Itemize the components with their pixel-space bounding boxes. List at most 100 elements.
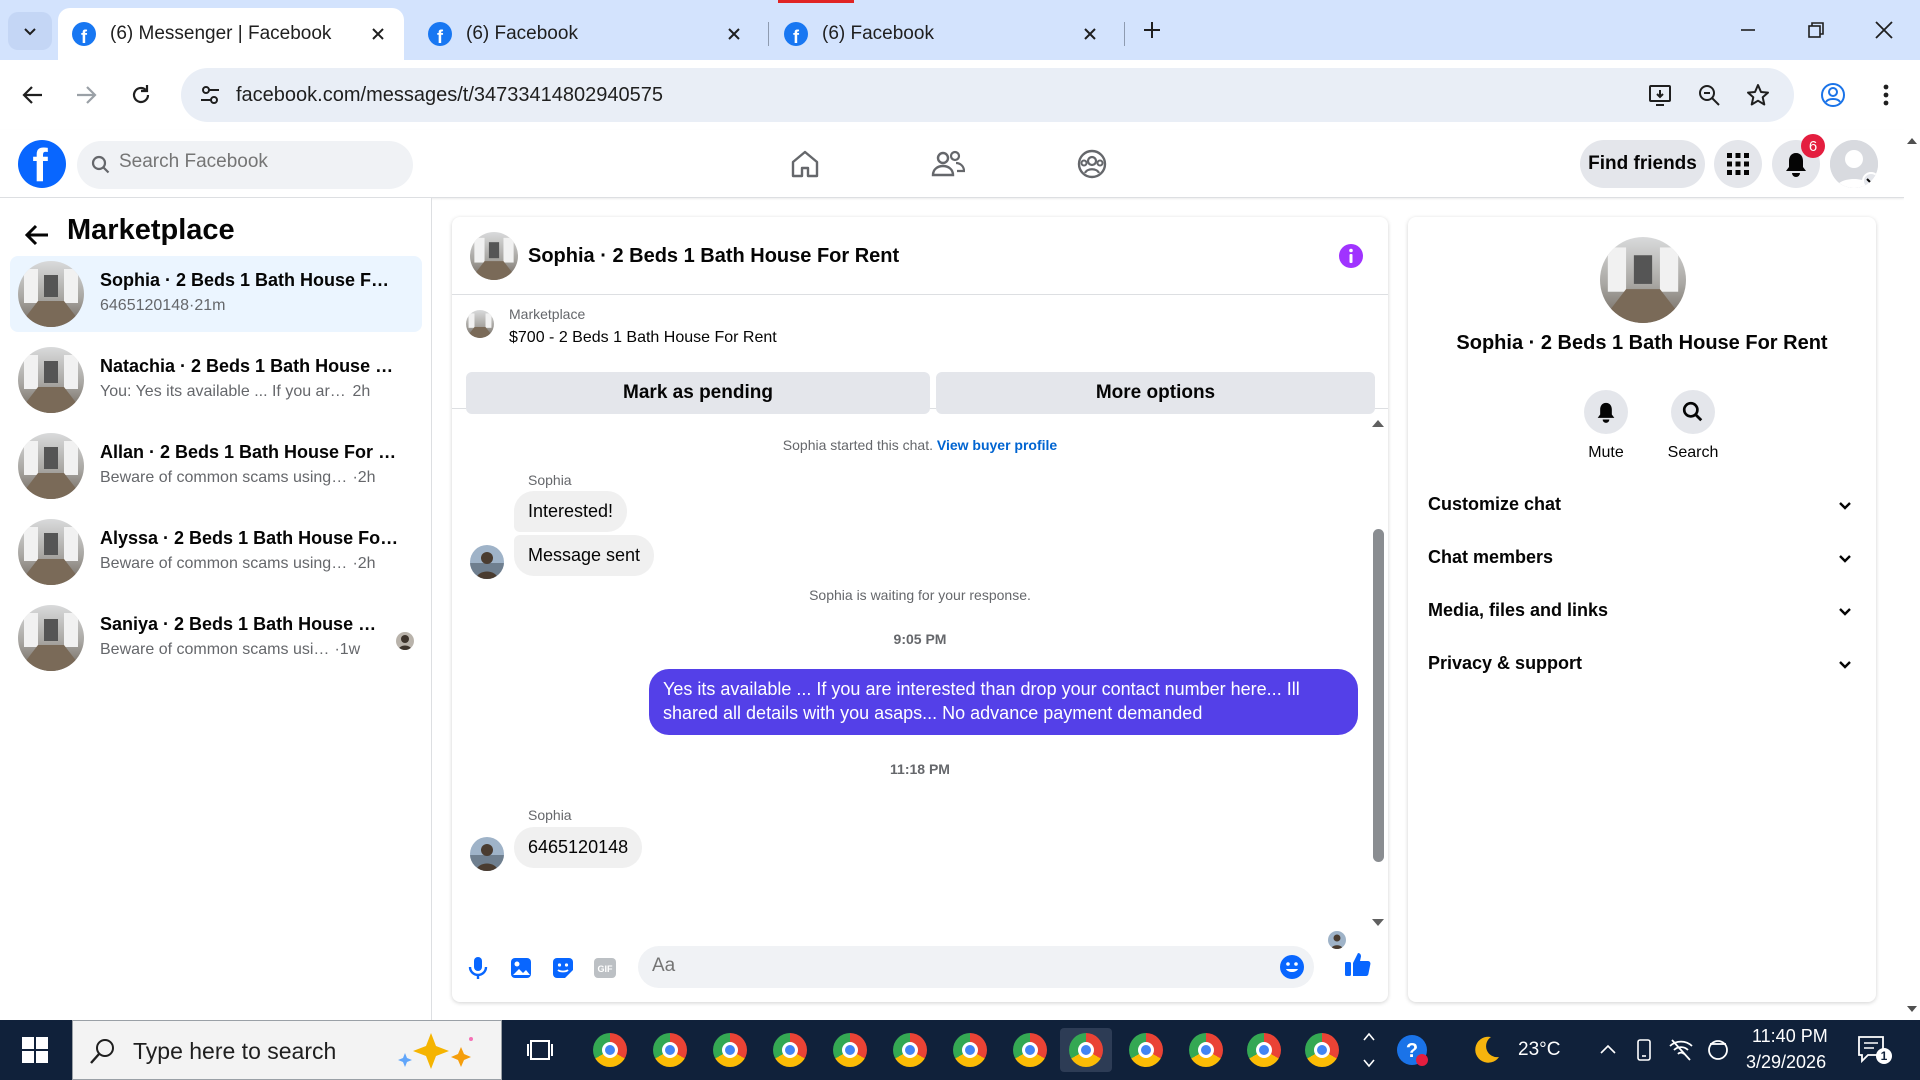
task-view-button[interactable] [514,1028,566,1072]
chat-scrollbar-thumb[interactable] [1373,529,1384,862]
search-input[interactable] [119,151,399,173]
chat-title[interactable]: Sophia · 2 Beds 1 Bath House For Rent [528,245,899,268]
conversation-item[interactable]: Alyssa · 2 Beds 1 Bath House For Rent Be… [10,514,422,590]
media-files-links-section[interactable]: Media, files and links [1416,587,1868,637]
taskbar-chrome-window[interactable] [1004,1028,1056,1072]
forward-button[interactable] [66,75,106,115]
page-scrollbar[interactable] [1904,130,1920,1020]
facebook-search[interactable] [77,141,413,189]
browser-tab-messenger[interactable]: f (6) Messenger | Facebook [58,8,404,60]
site-settings-icon[interactable] [197,82,223,108]
sticker-icon[interactable] [549,954,577,982]
account-avatar[interactable] [1830,140,1878,188]
install-app-icon[interactable] [1647,82,1673,108]
back-button[interactable] [13,75,53,115]
mute-action[interactable]: Mute [1571,390,1641,462]
browser-tab-facebook-1[interactable]: f (6) Facebook [414,8,760,60]
taskbar-chrome-window[interactable] [1180,1028,1232,1072]
close-tab-icon[interactable] [1078,22,1102,46]
taskbar-chrome-window[interactable] [824,1028,876,1072]
sender-avatar[interactable] [470,837,504,871]
close-window-button[interactable] [1864,12,1904,48]
mark-as-pending-button[interactable]: Mark as pending [466,372,930,414]
section-label: Privacy & support [1428,653,1583,673]
message-input[interactable] [652,955,1212,977]
emoji-icon[interactable] [1278,953,1306,981]
incoming-message[interactable]: Interested! [514,491,628,532]
conversation-item[interactable]: Sophia · 2 Beds 1 Bath House For Rent 64… [10,256,422,332]
profile-button[interactable] [1813,75,1853,115]
taskbar-chrome-window[interactable] [1120,1028,1172,1072]
help-app-button[interactable]: ? [1386,1028,1438,1072]
taskbar-chrome-window[interactable] [644,1028,696,1072]
bookmark-star-icon[interactable] [1745,82,1771,108]
gif-icon[interactable]: GIF [591,954,619,982]
sender-avatar[interactable] [470,545,504,579]
bell-icon[interactable] [1584,390,1628,434]
restore-window-button[interactable] [1796,12,1836,48]
conversation-item[interactable]: Allan · 2 Beds 1 Bath House For Rent Bew… [10,428,422,504]
menu-button[interactable] [1714,140,1762,188]
browser-menu-button[interactable] [1866,75,1906,115]
clock-time[interactable]: 11:40 PM [1752,1026,1828,1047]
home-nav-icon[interactable] [785,144,825,184]
device-icon[interactable] [1634,1038,1654,1062]
weather-widget[interactable] [1460,1028,1512,1072]
incoming-message[interactable]: Message sent [514,535,655,576]
conversation-avatar[interactable] [1600,237,1686,323]
close-tab-icon[interactable] [366,22,390,46]
taskbar-chrome-window-active[interactable] [1060,1028,1112,1072]
tab-search-button[interactable] [8,12,52,50]
taskbar-chrome-window[interactable] [704,1028,756,1072]
outgoing-message[interactable]: Yes its available ... If you are interes… [649,669,1358,735]
start-button[interactable] [0,1020,70,1080]
friends-nav-icon[interactable] [928,144,968,184]
taskbar-chrome-window[interactable] [1296,1028,1348,1072]
show-hidden-icons-icon[interactable] [1598,1040,1618,1060]
microphone-icon[interactable] [464,954,492,982]
view-buyer-profile-link[interactable]: View buyer profile [937,437,1057,453]
chat-header-avatar[interactable] [470,232,518,280]
incoming-message[interactable]: 6465120148 [514,827,643,868]
chat-scrollbar[interactable] [1369,409,1388,931]
close-tab-icon[interactable] [722,22,746,46]
taskbar-chrome-window[interactable] [584,1028,636,1072]
privacy-support-section[interactable]: Privacy & support [1416,640,1868,690]
conversation-name: Allan · 2 Beds 1 Bath House For Rent [100,442,400,462]
reload-button[interactable] [121,75,161,115]
thumbs-up-icon[interactable] [1344,950,1372,978]
facebook-favicon-icon: f [72,22,96,46]
listing-title[interactable]: $700 - 2 Beds 1 Bath House For Rent [509,329,777,347]
taskbar-chrome-window[interactable] [884,1028,936,1072]
sync-icon[interactable] [1706,1038,1730,1062]
search-icon[interactable] [1671,390,1715,434]
address-bar[interactable]: facebook.com/messages/t/3473341480294057… [181,68,1794,122]
search-action[interactable]: Search [1658,390,1728,462]
taskbar-search[interactable]: Type here to search [72,1020,502,1080]
network-disconnected-icon[interactable] [1668,1038,1694,1062]
info-icon[interactable] [1338,243,1364,269]
section-label: Media, files and links [1428,600,1609,620]
back-button[interactable] [20,218,54,252]
browser-tab-facebook-2[interactable]: f (6) Facebook [770,8,1116,60]
clock-date[interactable]: 3/29/2026 [1746,1052,1826,1073]
facebook-logo-icon[interactable]: f [18,140,66,188]
groups-nav-icon[interactable] [1072,144,1112,184]
conversation-item[interactable]: Natachia · 2 Beds 1 Bath House For Rent … [10,342,422,418]
help-icon: ? [1397,1035,1428,1066]
minimize-window-button[interactable] [1728,12,1768,48]
conversation-item[interactable]: Saniya · 2 Beds 1 Bath House For Rent Be… [10,600,422,676]
zoom-icon[interactable] [1696,82,1722,108]
taskbar-chrome-window[interactable] [764,1028,816,1072]
customize-chat-section[interactable]: Customize chat [1416,481,1868,531]
image-attach-icon[interactable] [507,954,535,982]
notification-center-button[interactable]: 1 [1856,1034,1892,1066]
taskbar-chrome-window[interactable] [1238,1028,1290,1072]
chat-members-section[interactable]: Chat members [1416,534,1868,584]
more-options-button[interactable]: More options [936,372,1375,414]
taskbar-chrome-window[interactable] [944,1028,996,1072]
new-tab-button[interactable] [1137,12,1167,48]
taskbar-scroll-arrows-icon[interactable] [1362,1028,1376,1072]
find-friends-button[interactable]: Find friends [1580,140,1705,188]
listing-thumbnail[interactable] [466,310,494,338]
